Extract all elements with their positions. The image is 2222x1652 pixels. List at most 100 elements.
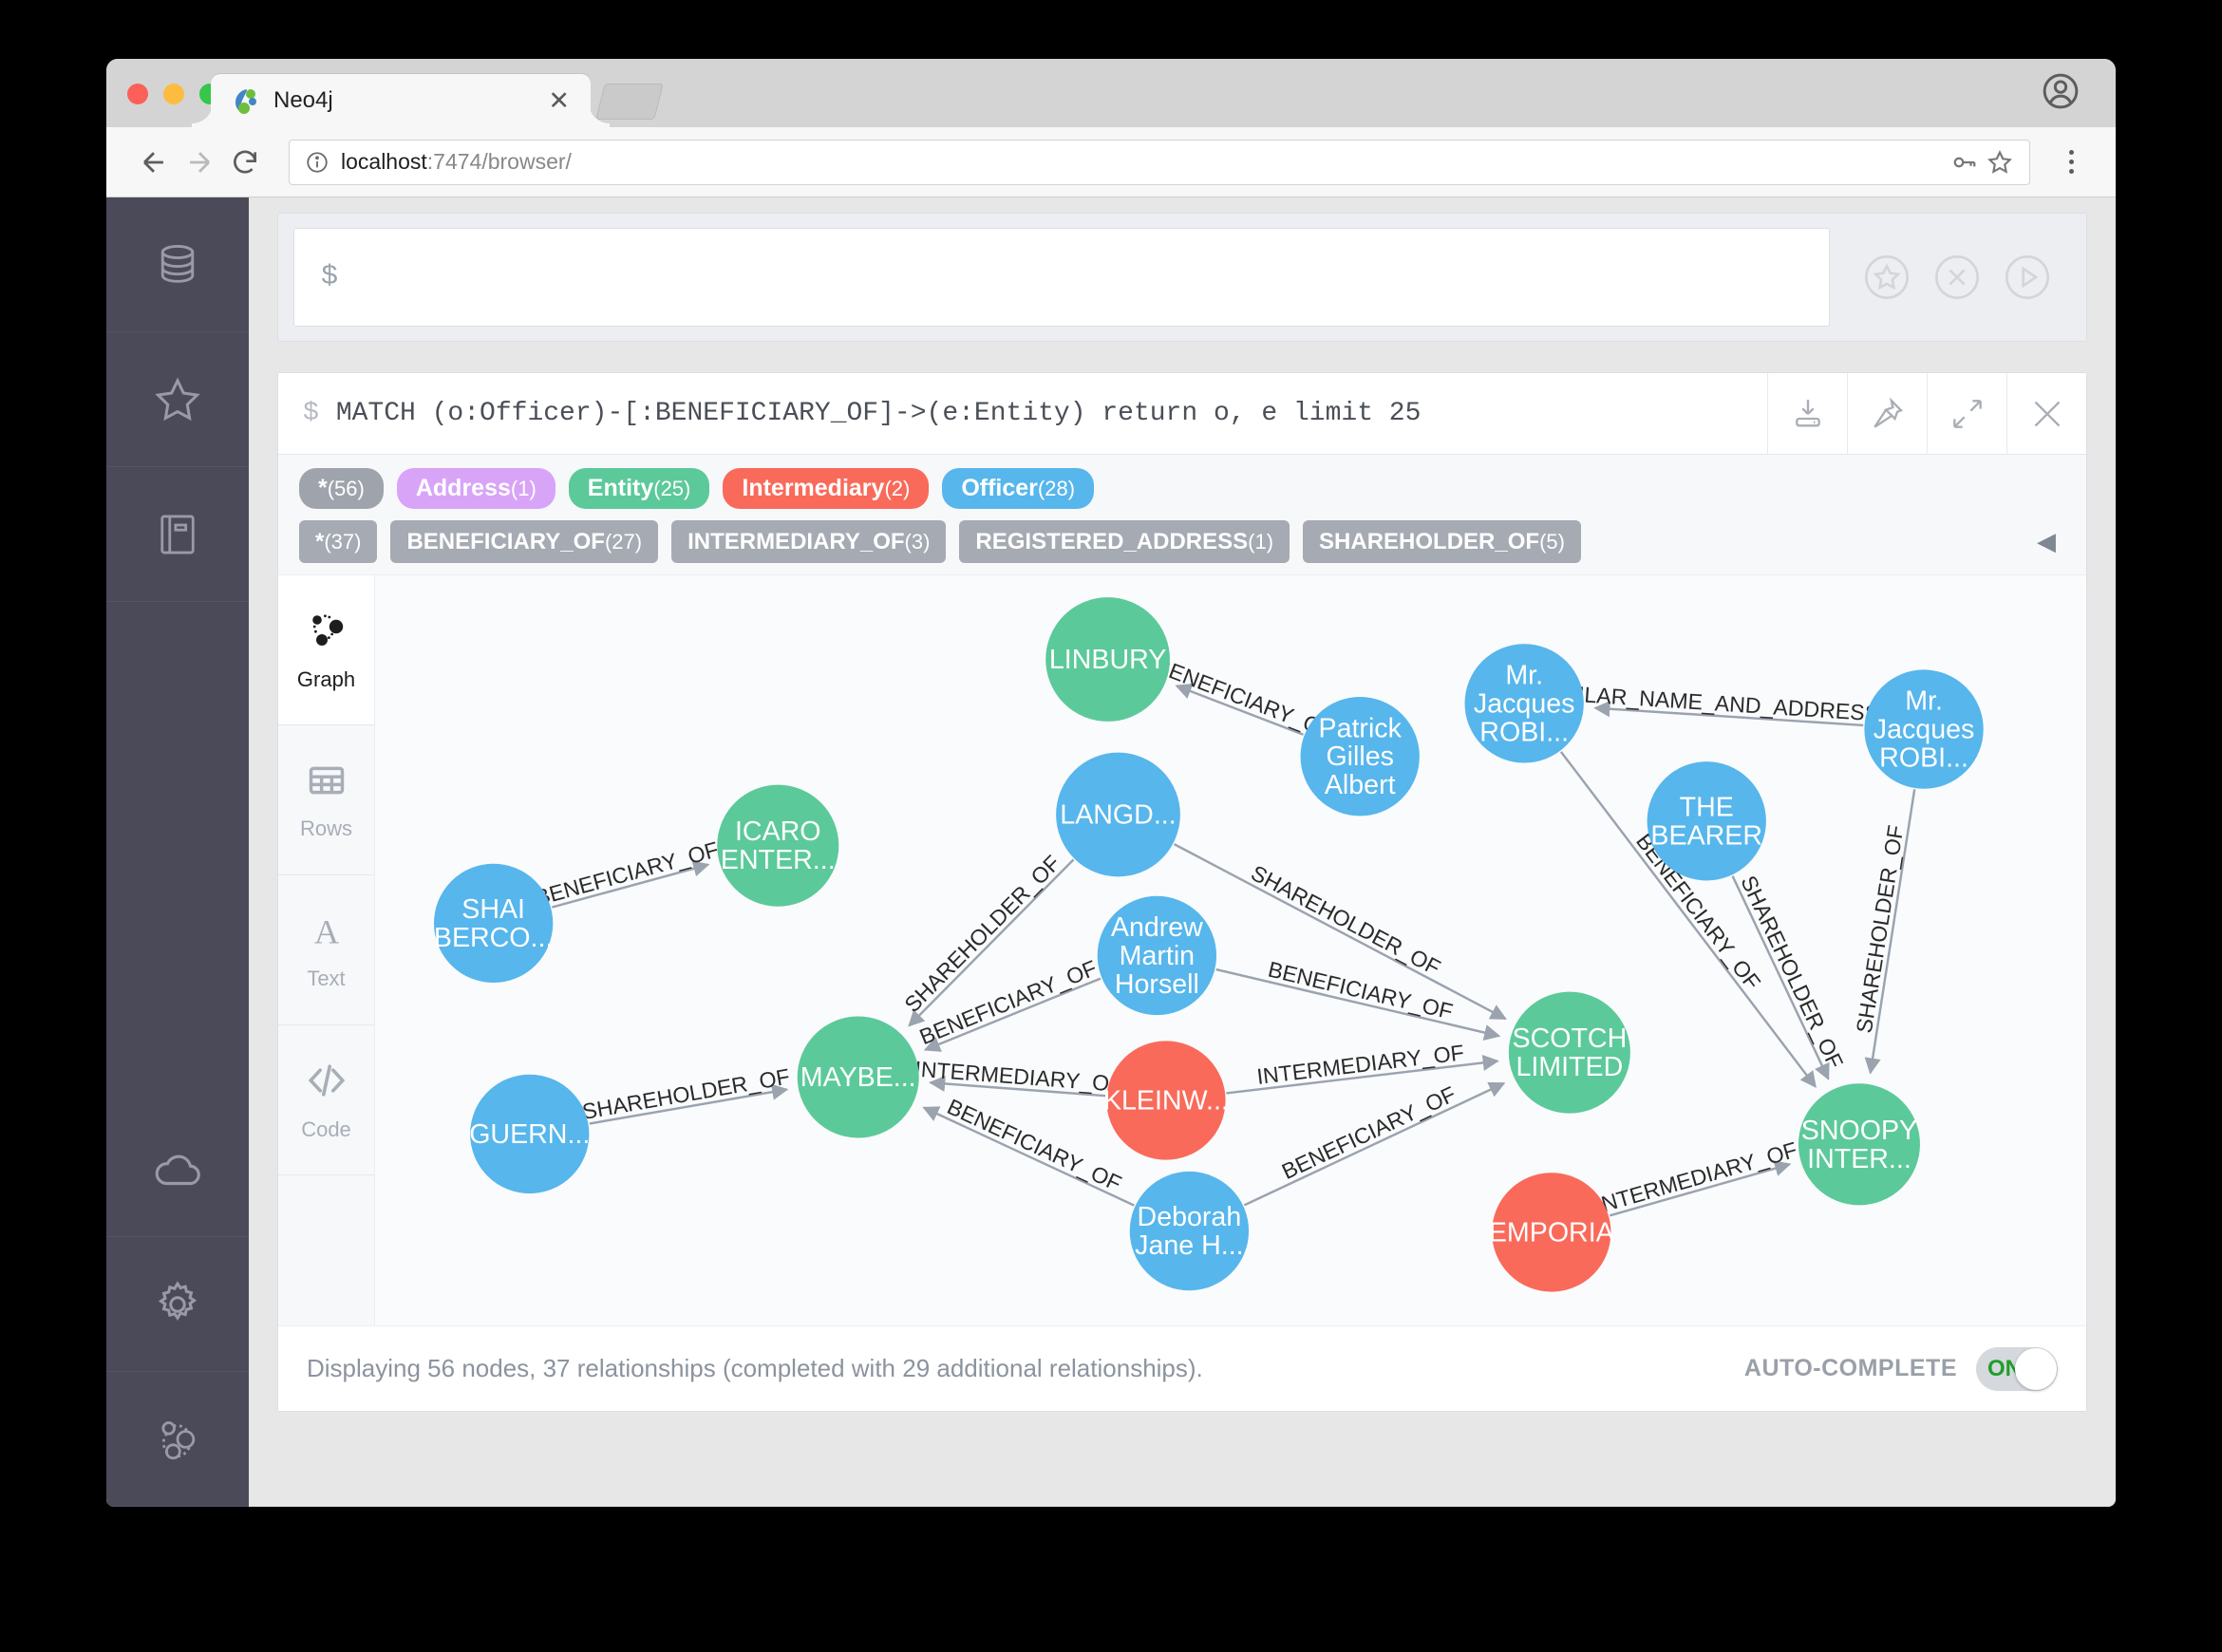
favorite-star-button[interactable] — [1862, 253, 1911, 302]
node-label-pill[interactable]: Address(1) — [396, 468, 556, 509]
graph-node[interactable]: Mr.JacquesROBI... — [1464, 644, 1584, 763]
toggle-knob — [2015, 1347, 2057, 1390]
edge-label: BENEFICIARY_OF — [944, 1095, 1125, 1196]
reload-icon[interactable] — [222, 140, 268, 185]
browser-tab[interactable]: Neo4j ✕ — [192, 74, 610, 127]
node-label-pill[interactable]: Intermediary(2) — [723, 468, 930, 509]
graph-node[interactable]: PatrickGillesAlbert — [1300, 697, 1420, 817]
graph-edge[interactable]: INTERMEDIARY_OF — [1592, 1137, 1799, 1218]
relationship-type-pill[interactable]: INTERMEDIARY_OF(3) — [671, 519, 947, 564]
graph-edge[interactable]: SHAREHOLDER_OF — [580, 1064, 792, 1126]
pill-count: (56) — [327, 477, 365, 500]
graph-node[interactable]: LANGD... — [1056, 752, 1180, 877]
view-tab-rows[interactable]: Rows — [278, 725, 374, 876]
relationship-type-pills: *(37) BENEFICIARY_OF(27) INTERMEDIARY_OF(3… — [299, 519, 2065, 564]
autocomplete-toggle[interactable]: ON — [1976, 1346, 2058, 1391]
sidebar-item-cloud[interactable] — [106, 1102, 249, 1237]
legend-bars: *(56) Address(1) Entity(25) Intermediary(2)… — [278, 455, 2086, 576]
pill-text: INTERMEDIARY_OF — [687, 528, 905, 554]
node-label-pill[interactable]: Entity(25) — [568, 468, 710, 509]
node-label-pill[interactable]: Officer(28) — [942, 468, 1095, 509]
graph-node[interactable]: MAYBE... — [797, 1016, 919, 1138]
close-window-button[interactable] — [127, 84, 148, 104]
graph-canvas[interactable]: BENEFICIARY_OF BENEFICIARY_OF SHAREHOLDER_… — [375, 575, 2086, 1326]
node-label: THE — [1680, 793, 1734, 823]
sidebar-item-database[interactable] — [106, 197, 249, 332]
node-label: Andrew — [1111, 912, 1203, 943]
node-label: LIMITED — [1516, 1052, 1623, 1082]
node-label-pill[interactable]: *(56) — [299, 468, 384, 509]
run-query-button[interactable] — [2003, 253, 2052, 302]
graph-edge[interactable]: SIMILAR_NAME_AND_ADDRESS_AS — [1538, 680, 1921, 729]
minimize-window-button[interactable] — [163, 84, 184, 104]
graph-edge[interactable]: BENEFICIARY_OF — [1215, 957, 1501, 1042]
graph-node[interactable]: GUERN... — [469, 1075, 590, 1194]
frame-tools — [1767, 373, 2086, 454]
pill-text: SHAREHOLDER_OF — [1319, 528, 1540, 554]
info-icon — [305, 150, 330, 175]
clear-editor-button[interactable] — [1932, 253, 1982, 302]
star-icon — [151, 373, 204, 426]
download-button[interactable] — [1767, 373, 1847, 454]
relationship-type-pill[interactable]: *(37) — [299, 519, 378, 564]
sidebar-item-settings[interactable] — [106, 1237, 249, 1372]
pin-button[interactable] — [1847, 373, 1927, 454]
forward-arrow-icon[interactable] — [177, 140, 222, 185]
pill-count: (1) — [1248, 529, 1274, 554]
close-icon[interactable]: ✕ — [542, 87, 575, 114]
graph-node[interactable]: SHAIBERCO... — [434, 864, 554, 984]
omnibox-icons — [1949, 148, 2014, 177]
collapse-legend-button[interactable]: ◀ — [2027, 527, 2065, 556]
table-icon — [305, 759, 348, 807]
node-label: LINBURY — [1049, 645, 1166, 675]
view-tab-text[interactable]: A Text — [278, 875, 374, 1026]
star-icon[interactable] — [1986, 148, 2014, 177]
graph-edge[interactable]: INTERMEDIARY_OF — [1226, 1041, 1499, 1096]
book-icon — [153, 510, 202, 559]
relationship-type-pill[interactable]: BENEFICIARY_OF(27) — [390, 519, 659, 564]
frame-query: $ MATCH (o:Officer)-[:BENEFICIARY_OF]->(… — [278, 399, 1767, 428]
frame-prompt: $ — [303, 399, 319, 428]
graph-node[interactable]: Mr.JacquesROBI... — [1864, 669, 1984, 790]
address-text: localhost:7474/browser/ — [341, 149, 572, 175]
graph-edge[interactable]: INTERMEDIARY_OF — [914, 1057, 1124, 1098]
graph-edge[interactable]: BENEFICIARY_OF — [533, 837, 722, 910]
view-tab-graph[interactable]: Graph — [278, 575, 374, 726]
svg-text:A: A — [313, 913, 339, 951]
close-frame-button[interactable] — [2006, 373, 2086, 454]
kebab-menu-icon[interactable] — [2051, 142, 2091, 182]
graph-node[interactable]: KLEINW... — [1103, 1041, 1229, 1160]
node-label: Albert — [1325, 771, 1396, 801]
graph-node[interactable]: THEBEARER — [1647, 761, 1766, 881]
graph-node[interactable]: DeborahJane H... — [1129, 1172, 1250, 1291]
new-tab-button[interactable] — [595, 84, 664, 120]
graph-edge[interactable]: BENEFICIARY_OF — [1243, 1081, 1506, 1207]
graph-node[interactable]: ICAROENTER... — [717, 784, 839, 908]
sidebar-item-documents[interactable] — [106, 467, 249, 602]
key-icon[interactable] — [1949, 148, 1978, 177]
address-bar[interactable]: localhost:7474/browser/ — [289, 139, 2030, 185]
back-arrow-icon[interactable] — [131, 140, 177, 185]
account-avatar-icon[interactable] — [2040, 70, 2081, 112]
relationship-type-pill[interactable]: SHAREHOLDER_OF(5) — [1303, 519, 1581, 564]
edge-label: INTERMEDIARY_OF — [1255, 1041, 1465, 1090]
cloud-icon — [150, 1142, 205, 1197]
window-controls[interactable] — [127, 84, 220, 104]
sidebar-item-about[interactable] — [106, 1372, 249, 1507]
expand-button[interactable] — [1927, 373, 2006, 454]
query-editor-input[interactable]: $ — [293, 228, 1830, 327]
view-tab-label: Code — [301, 1117, 351, 1142]
graph-node[interactable]: LINBURY — [1045, 597, 1170, 723]
pill-text: REGISTERED_ADDRESS — [975, 528, 1249, 554]
graph-node[interactable]: SNOOPYINTER... — [1798, 1083, 1920, 1206]
browser-window: Neo4j ✕ localhost:7474/browser/ $ $ MATC… — [106, 59, 2116, 1507]
graph-node[interactable]: EMPORIA — [1489, 1173, 1615, 1292]
view-tab-code[interactable]: Code — [278, 1025, 374, 1176]
graph-edge[interactable]: SHAREHOLDER_OF — [1852, 789, 1916, 1075]
tab-strip: Neo4j ✕ — [106, 59, 2116, 127]
relationship-type-pill[interactable]: REGISTERED_ADDRESS(1) — [959, 519, 1290, 564]
node-label: SCOTCH — [1512, 1023, 1627, 1054]
sidebar-item-favorites[interactable] — [106, 332, 249, 467]
graph-node[interactable]: SCOTCHLIMITED — [1508, 991, 1630, 1114]
graph-node[interactable]: AndrewMartinHorsell — [1097, 896, 1217, 1016]
